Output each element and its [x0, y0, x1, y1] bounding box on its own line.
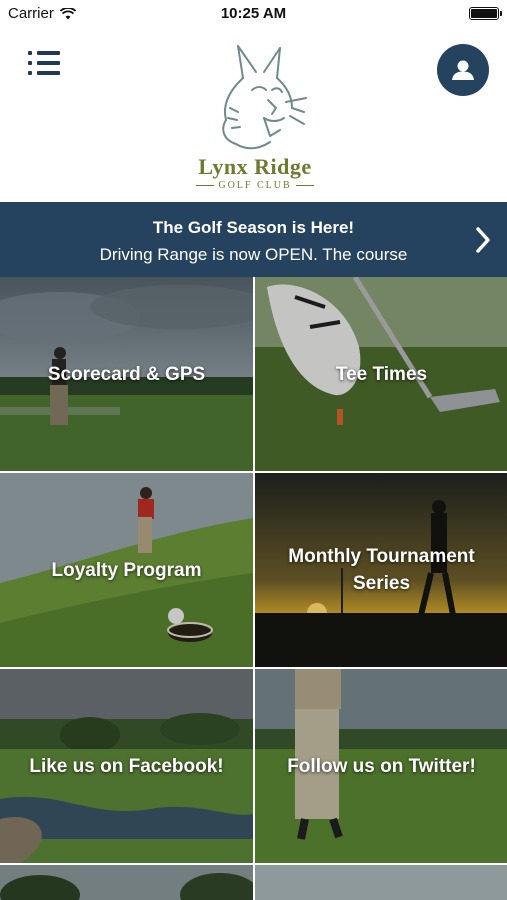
tile-facebook[interactable]: Like us on Facebook! — [0, 669, 253, 863]
tile-label: Follow us on Twitter! — [287, 755, 476, 777]
tile-label: Like us on Facebook! — [29, 755, 224, 777]
tile-background-sky — [255, 865, 507, 900]
tile-label: Tee Times — [335, 363, 428, 385]
tile-background-trees — [0, 865, 253, 900]
banner-title: The Golf Season is Here! — [152, 218, 355, 237]
club-logo: Lynx Ridge GOLF CLUB — [180, 38, 330, 198]
brand-subtitle: GOLF CLUB — [180, 180, 330, 191]
banner-text: Driving Range is now OPEN. The course — [99, 245, 408, 264]
tile-twitter[interactable]: Follow us on Twitter! — [255, 669, 507, 863]
tile-partial-right[interactable] — [255, 865, 507, 900]
menu-button[interactable] — [28, 48, 62, 78]
brand-name: Lynx Ridge — [198, 154, 312, 179]
tile-monthly-tournament[interactable]: Monthly Tournament Series — [255, 473, 507, 667]
clock: 10:25 AM — [220, 5, 287, 22]
tile-label: Scorecard & GPS — [47, 363, 206, 385]
chevron-right-icon[interactable] — [475, 226, 491, 254]
user-icon — [452, 60, 474, 80]
app-header: Lynx Ridge GOLF CLUB — [0, 28, 507, 202]
tile-partial-left[interactable] — [0, 865, 253, 900]
tile-loyalty-program[interactable]: Loyalty Program — [0, 473, 253, 667]
profile-button[interactable] — [437, 44, 489, 96]
battery-icon — [469, 7, 502, 20]
tile-scorecard-gps[interactable]: Scorecard & GPS — [0, 277, 253, 471]
announcement-banner[interactable]: The Golf Season is Here! Driving Range i… — [0, 202, 507, 277]
tile-label: Loyalty Program — [51, 559, 202, 581]
menu-icon — [28, 51, 62, 55]
feature-grid: Scorecard & GPS Tee Times Loyalty Progra… — [0, 277, 507, 900]
lynx-icon — [222, 45, 307, 150]
tile-tee-times[interactable]: Tee Times — [255, 277, 507, 471]
tile-label: Monthly Tournament Series — [288, 546, 475, 594]
status-bar: Carrier 10:25 AM — [0, 0, 507, 28]
